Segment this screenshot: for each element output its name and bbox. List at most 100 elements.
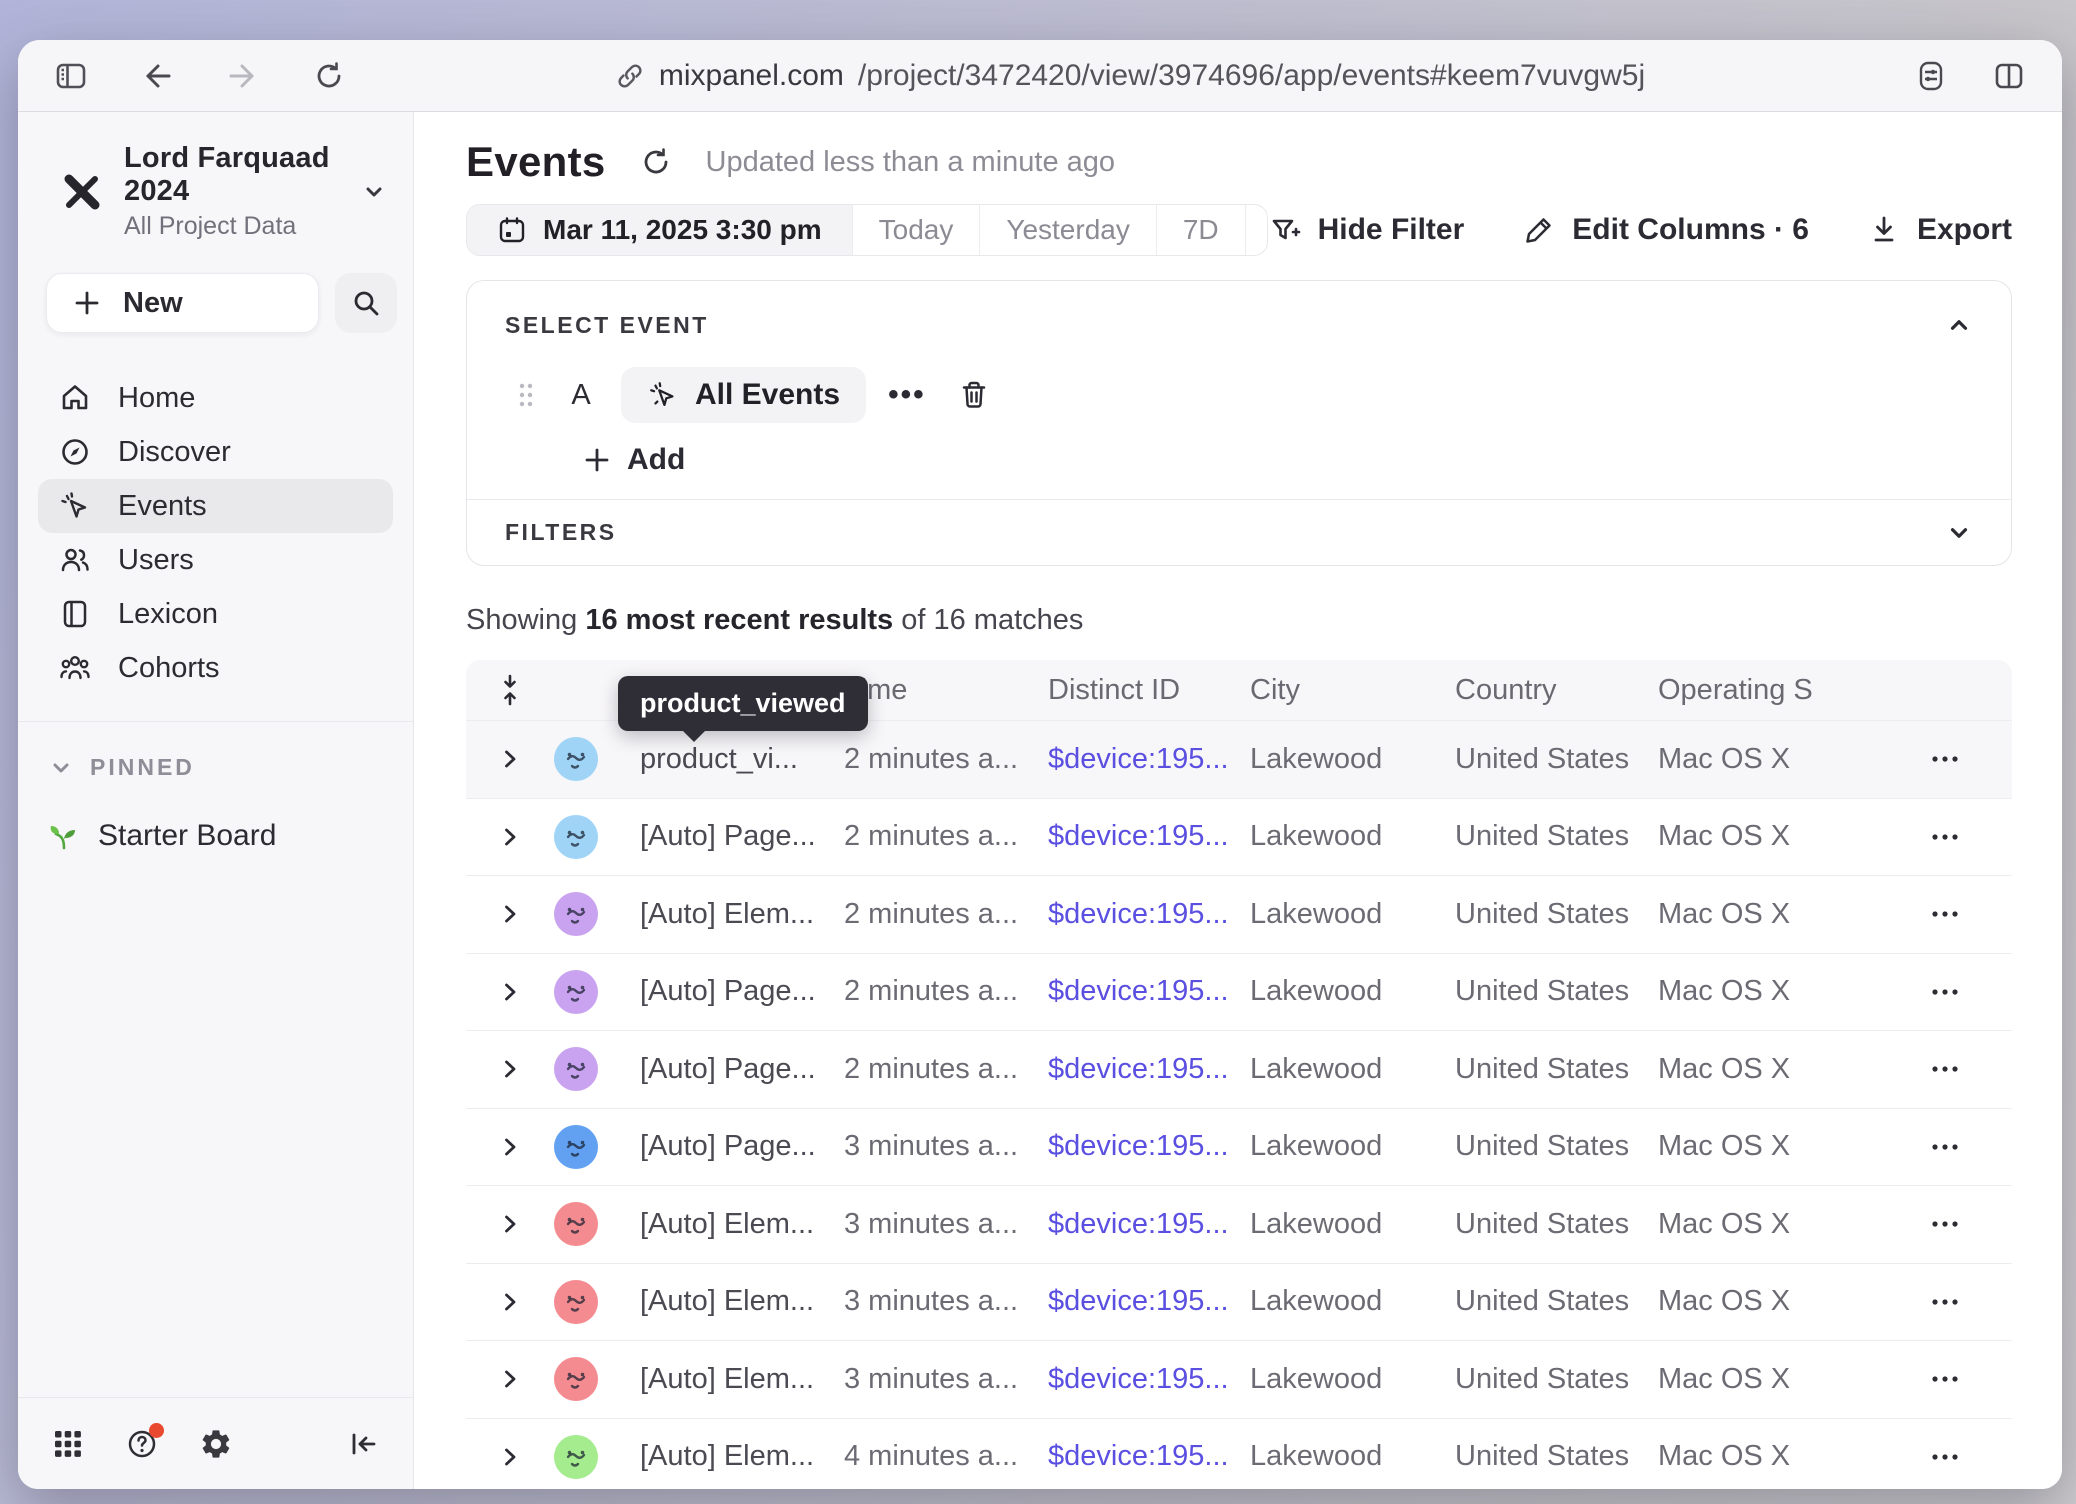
sidebar-item-events[interactable]: Events (38, 479, 393, 533)
event-name-cell[interactable]: [Auto] Elem... (614, 1440, 844, 1473)
workspace-switcher[interactable]: Lord Farquaad 2024 All Project Data (18, 112, 413, 247)
refresh-icon[interactable] (636, 142, 676, 182)
event-name-cell[interactable]: product_vi... (614, 743, 844, 776)
drag-handle-icon[interactable] (513, 380, 539, 410)
sidebar-divider (18, 721, 413, 722)
event-name-cell[interactable]: [Auto] Page... (614, 820, 844, 853)
distinct-id-link[interactable]: $device:195... (1048, 898, 1250, 931)
range-30d[interactable]: 30D (1246, 205, 1268, 255)
city-cell: Lakewood (1250, 1285, 1455, 1318)
event-avatar (554, 970, 598, 1014)
row-more-options-icon[interactable] (1928, 1450, 1962, 1464)
range-yesterday[interactable]: Yesterday (980, 205, 1157, 255)
add-event-button[interactable]: Add (583, 443, 685, 477)
distinct-id-link[interactable]: $device:195... (1048, 1208, 1250, 1241)
sidebar-item-label: Events (118, 490, 207, 523)
sidebar-item-home[interactable]: Home (38, 371, 393, 425)
distinct-id-link[interactable]: $device:195... (1048, 1285, 1250, 1318)
country-cell: United States (1455, 1440, 1658, 1473)
browser-toolbar: mixpanel.com/project/3472420/view/397469… (18, 40, 2062, 112)
sidebar-item-cohorts[interactable]: Cohorts (38, 641, 393, 695)
event-name-cell[interactable]: [Auto] Elem... (614, 898, 844, 931)
expand-section-icon[interactable] (1941, 515, 1977, 551)
address-bar[interactable]: mixpanel.com/project/3472420/view/397469… (348, 59, 1912, 93)
row-more-options-icon[interactable] (1928, 1217, 1962, 1231)
row-more-options-icon[interactable] (1928, 985, 1962, 999)
distinct-id-link[interactable]: $device:195... (1048, 1053, 1250, 1086)
distinct-id-link[interactable]: $device:195... (1048, 1130, 1250, 1163)
apps-grid-icon[interactable] (46, 1422, 90, 1466)
delete-event-icon[interactable] (954, 375, 994, 415)
row-more-options-icon[interactable] (1928, 830, 1962, 844)
event-avatar (554, 1047, 598, 1091)
filters-section[interactable]: FILTERS (467, 499, 2011, 565)
edit-columns-button[interactable]: Edit Columns · 6 (1522, 213, 1809, 247)
event-name-cell[interactable]: [Auto] Page... (614, 975, 844, 1008)
expand-row-icon[interactable] (497, 1211, 523, 1237)
column-header-city[interactable]: City (1250, 674, 1455, 707)
event-selector-button[interactable]: All Events (621, 367, 866, 423)
column-header-time[interactable]: Time (844, 674, 1048, 707)
expand-row-icon[interactable] (497, 1134, 523, 1160)
distinct-id-link[interactable]: $device:195... (1048, 1440, 1250, 1473)
expand-row-icon[interactable] (497, 824, 523, 850)
reload-icon[interactable] (310, 57, 348, 95)
event-name-cell[interactable]: [Auto] Elem... (614, 1208, 844, 1241)
sidebar-item-lexicon[interactable]: Lexicon (38, 587, 393, 641)
expand-row-icon[interactable] (497, 1366, 523, 1392)
row-more-options-icon[interactable] (1928, 907, 1962, 921)
event-name-cell[interactable]: [Auto] Elem... (614, 1363, 844, 1396)
date-picker-segment[interactable]: Mar 11, 2025 3:30 pm (467, 205, 853, 255)
forward-icon[interactable] (224, 57, 262, 95)
city-cell: Lakewood (1250, 1130, 1455, 1163)
settings-gear-icon[interactable] (194, 1422, 238, 1466)
distinct-id-link[interactable]: $device:195... (1048, 975, 1250, 1008)
collapse-sidebar-icon[interactable] (341, 1422, 385, 1466)
event-name-cell[interactable]: [Auto] Page... (614, 1130, 844, 1163)
query-builder-card: SELECT EVENT A All Events (466, 280, 2012, 566)
event-name-cell[interactable]: [Auto] Elem... (614, 1285, 844, 1318)
row-more-options-icon[interactable] (1928, 1140, 1962, 1154)
column-header-distinct-id[interactable]: Distinct ID (1048, 674, 1250, 707)
column-header-country[interactable]: Country (1455, 674, 1658, 707)
distinct-id-link[interactable]: $device:195... (1048, 1363, 1250, 1396)
sidebar-item-discover[interactable]: Discover (38, 425, 393, 479)
event-name-cell[interactable]: [Auto] Page... (614, 1053, 844, 1086)
help-icon[interactable] (120, 1422, 164, 1466)
row-more-options-icon[interactable] (1928, 752, 1962, 766)
search-button[interactable] (335, 273, 397, 333)
chevron-down-icon (48, 755, 74, 781)
pinned-item-starter-board[interactable]: Starter Board (48, 819, 413, 853)
new-button[interactable]: New (46, 273, 319, 333)
pinned-section-header[interactable]: PINNED (48, 754, 413, 781)
expand-row-icon[interactable] (497, 901, 523, 927)
distinct-id-link[interactable]: $device:195... (1048, 820, 1250, 853)
row-more-options-icon[interactable] (1928, 1372, 1962, 1386)
expand-row-icon[interactable] (497, 1444, 523, 1470)
hide-filter-button[interactable]: Hide Filter (1268, 213, 1465, 247)
export-label: Export (1917, 213, 2012, 247)
row-more-options-icon[interactable] (1928, 1062, 1962, 1076)
export-button[interactable]: Export (1867, 213, 2012, 247)
os-cell: Mac OS X (1658, 743, 1878, 776)
sidebar-item-users[interactable]: Users (38, 533, 393, 587)
sort-order-icon[interactable] (495, 673, 525, 707)
results-suffix: of 16 matches (893, 604, 1083, 636)
expand-row-icon[interactable] (497, 1289, 523, 1315)
sidebar-toggle-icon[interactable] (52, 57, 90, 95)
back-icon[interactable] (138, 57, 176, 95)
range-today[interactable]: Today (853, 205, 981, 255)
page-settings-icon[interactable] (1912, 57, 1950, 95)
split-view-icon[interactable] (1990, 57, 2028, 95)
event-more-options-icon[interactable]: ••• (888, 378, 926, 412)
range-7d[interactable]: 7D (1157, 205, 1246, 255)
date-range-control: Mar 11, 2025 3:30 pm Today Yesterday 7D … (466, 204, 1268, 256)
expand-row-icon[interactable] (497, 979, 523, 1005)
search-icon (351, 288, 381, 318)
distinct-id-link[interactable]: $device:195... (1048, 743, 1250, 776)
expand-row-icon[interactable] (497, 746, 523, 772)
row-more-options-icon[interactable] (1928, 1295, 1962, 1309)
collapse-section-icon[interactable] (1941, 307, 1977, 343)
expand-row-icon[interactable] (497, 1056, 523, 1082)
column-header-os[interactable]: Operating S (1658, 674, 1878, 707)
